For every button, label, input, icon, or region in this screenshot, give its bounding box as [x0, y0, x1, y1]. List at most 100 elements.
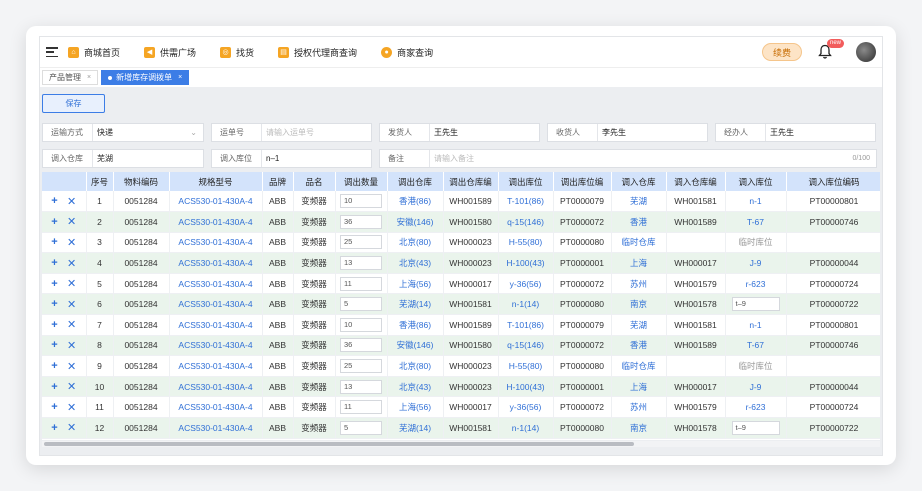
waybill-number-field[interactable]: 运单号 请输入运单号: [211, 123, 372, 142]
handler-field[interactable]: 经办人 王先生: [715, 123, 876, 142]
cell-out-wh[interactable]: 北京(43): [387, 252, 444, 274]
delete-row-icon[interactable]: ✕: [67, 318, 76, 331]
quantity-input[interactable]: 11: [340, 276, 382, 291]
cell-in-loc[interactable]: r-623: [725, 273, 787, 295]
delete-row-icon[interactable]: ✕: [67, 298, 76, 311]
cell-in-wh[interactable]: 南京: [611, 293, 667, 316]
renew-button[interactable]: 续费: [762, 43, 802, 61]
close-icon[interactable]: ×: [87, 74, 91, 81]
cell-model[interactable]: ACS530-01-430A-4: [169, 191, 263, 213]
quantity-input[interactable]: 10: [340, 317, 382, 332]
cell-out-wh[interactable]: 上海(56): [387, 273, 444, 295]
add-row-icon[interactable]: +: [51, 319, 57, 331]
nav-item-agent-query[interactable]: ▤ 授权代理商查询: [278, 46, 357, 59]
cell-model[interactable]: ACS530-01-430A-4: [169, 335, 263, 357]
cell-in-wh[interactable]: 芜湖: [611, 314, 667, 336]
in-warehouse-field[interactable]: 调入仓库 芜湖: [42, 149, 204, 168]
add-row-icon[interactable]: +: [51, 381, 57, 393]
cell-in-loc[interactable]: 临时库位: [725, 355, 787, 377]
cell-out-loc[interactable]: n-1(14): [498, 293, 554, 316]
quantity-input[interactable]: 5: [340, 297, 382, 312]
receiver-field[interactable]: 收货人 李先生: [547, 123, 708, 142]
quantity-input[interactable]: 13: [340, 379, 382, 394]
cell-out-loc[interactable]: H-55(80): [498, 355, 554, 377]
cell-in-wh[interactable]: 临时仓库: [611, 232, 667, 254]
nav-item-find-goods[interactable]: ◎ 找货: [220, 46, 254, 59]
cell-out-loc[interactable]: y-36(56): [498, 396, 554, 419]
delete-row-icon[interactable]: ✕: [67, 257, 76, 270]
quantity-input[interactable]: 5: [340, 420, 382, 435]
cell-out-loc[interactable]: q-15(146): [498, 211, 554, 233]
quantity-input[interactable]: 11: [340, 400, 382, 415]
nav-item-merchant-query[interactable]: ● 商家查询: [381, 46, 433, 59]
cell-model[interactable]: ACS530-01-430A-4: [169, 211, 263, 233]
in-location-input[interactable]: t–9: [731, 420, 780, 435]
cell-out-wh[interactable]: 芜湖(14): [387, 417, 444, 439]
cell-out-loc[interactable]: q-15(146): [498, 335, 554, 357]
cell-out-loc[interactable]: H-55(80): [498, 232, 554, 254]
cell-in-wh[interactable]: 苏州: [611, 396, 667, 419]
delete-row-icon[interactable]: ✕: [67, 401, 76, 414]
cell-out-loc[interactable]: n-1(14): [498, 417, 554, 439]
save-button[interactable]: 保存: [42, 94, 105, 113]
cell-model[interactable]: ACS530-01-430A-4: [169, 417, 263, 439]
quantity-input[interactable]: 25: [340, 235, 382, 250]
cell-in-loc[interactable]: T-67: [725, 335, 787, 357]
quantity-input[interactable]: 13: [340, 256, 382, 271]
add-row-icon[interactable]: +: [51, 278, 57, 290]
cell-model[interactable]: ACS530-01-430A-4: [169, 376, 263, 398]
avatar[interactable]: [856, 42, 876, 62]
cell-model[interactable]: ACS530-01-430A-4: [169, 273, 263, 295]
nav-item-supply-demand[interactable]: ◀ 供需广场: [144, 46, 196, 59]
cell-out-wh[interactable]: 上海(56): [387, 396, 444, 419]
cell-in-wh[interactable]: 上海: [611, 252, 667, 274]
quantity-input[interactable]: 36: [340, 214, 382, 229]
hamburger-menu-icon[interactable]: [46, 47, 58, 57]
quantity-input[interactable]: 36: [340, 338, 382, 353]
cell-out-wh[interactable]: 安徽(146): [387, 211, 444, 233]
quantity-input[interactable]: 10: [340, 194, 382, 209]
cell-out-loc[interactable]: T-101(86): [498, 191, 554, 213]
nav-item-mall-home[interactable]: ⌂ 商城首页: [68, 46, 120, 59]
add-row-icon[interactable]: +: [51, 216, 57, 228]
cell-in-loc[interactable]: n-1: [725, 314, 787, 336]
cell-out-wh[interactable]: 北京(80): [387, 355, 444, 377]
cell-out-loc[interactable]: y-36(56): [498, 273, 554, 295]
cell-in-loc[interactable]: T-67: [725, 211, 787, 233]
cell-model[interactable]: ACS530-01-430A-4: [169, 232, 263, 254]
tab-new-transfer-order[interactable]: 新增库存调拨单 ×: [101, 70, 190, 85]
cell-in-wh[interactable]: 芜湖: [611, 191, 667, 213]
cell-in-loc[interactable]: n-1: [725, 191, 787, 213]
delete-row-icon[interactable]: ✕: [67, 277, 76, 290]
add-row-icon[interactable]: +: [51, 360, 57, 372]
cell-model[interactable]: ACS530-01-430A-4: [169, 252, 263, 274]
cell-in-wh[interactable]: 香港: [611, 335, 667, 357]
add-row-icon[interactable]: +: [51, 401, 57, 413]
add-row-icon[interactable]: +: [51, 298, 57, 310]
add-row-icon[interactable]: +: [51, 339, 57, 351]
cell-model[interactable]: ACS530-01-430A-4: [169, 396, 263, 419]
cell-in-wh[interactable]: 苏州: [611, 273, 667, 295]
in-location-input[interactable]: t–9: [731, 297, 780, 312]
delete-row-icon[interactable]: ✕: [67, 236, 76, 249]
delete-row-icon[interactable]: ✕: [67, 360, 76, 373]
delete-row-icon[interactable]: ✕: [67, 215, 76, 228]
scrollbar-thumb[interactable]: [44, 442, 634, 446]
cell-model[interactable]: ACS530-01-430A-4: [169, 355, 263, 377]
cell-model[interactable]: ACS530-01-430A-4: [169, 293, 263, 316]
cell-in-loc[interactable]: r-623: [725, 396, 787, 419]
transport-mode-select[interactable]: 运输方式 快递 ⌄: [42, 123, 204, 142]
add-row-icon[interactable]: +: [51, 195, 57, 207]
cell-in-loc[interactable]: J-9: [725, 252, 787, 274]
horizontal-scrollbar[interactable]: [42, 441, 880, 447]
cell-in-wh[interactable]: 香港: [611, 211, 667, 233]
shipper-field[interactable]: 发货人 王先生: [379, 123, 540, 142]
add-row-icon[interactable]: +: [51, 422, 57, 434]
cell-out-wh[interactable]: 安徽(146): [387, 335, 444, 357]
cell-model[interactable]: ACS530-01-430A-4: [169, 314, 263, 336]
cell-in-loc[interactable]: 临时库位: [725, 232, 787, 254]
cell-in-wh[interactable]: 临时仓库: [611, 355, 667, 377]
cell-in-loc[interactable]: J-9: [725, 376, 787, 398]
delete-row-icon[interactable]: ✕: [67, 339, 76, 352]
add-row-icon[interactable]: +: [51, 236, 57, 248]
